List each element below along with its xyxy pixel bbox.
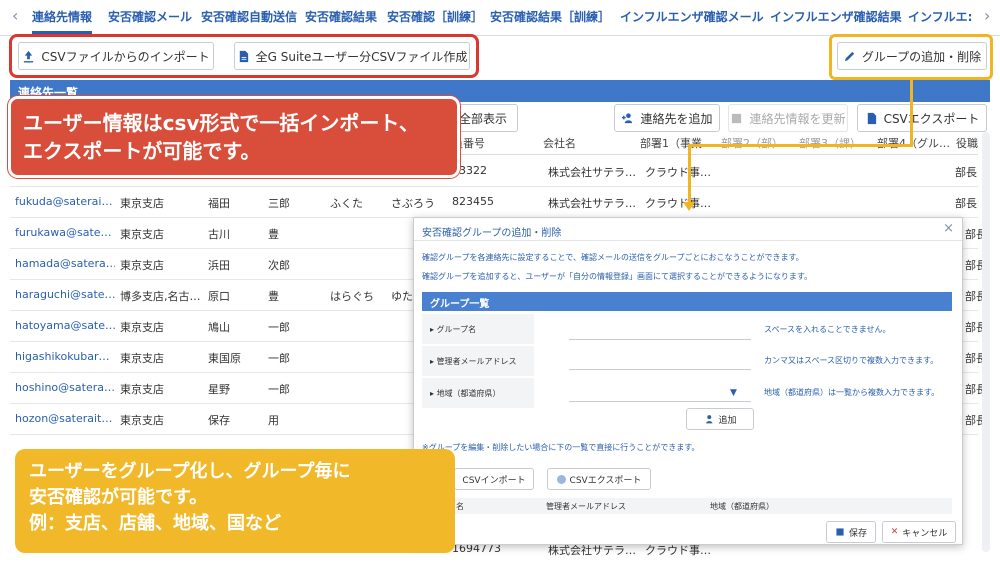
tab-results[interactable]: 安否確認結果 bbox=[305, 8, 377, 25]
group-table-header: 名 管理者メールアドレス 地域（都道府県） bbox=[454, 498, 952, 514]
file-icon bbox=[239, 50, 248, 62]
header-company: 会社名 bbox=[543, 137, 576, 150]
save-disk-icon bbox=[732, 113, 742, 123]
header-dept4: 部署4（グル… bbox=[877, 137, 950, 150]
group-name-hint: スペースを入れることできません。 bbox=[764, 325, 891, 334]
add-group-button[interactable]: 追加 bbox=[686, 408, 754, 430]
chevron-down-icon[interactable]: ▼ bbox=[730, 388, 737, 398]
gsuite-csv-button[interactable]: 全G Suiteユーザー分CSVファイル作成 bbox=[234, 42, 470, 70]
tab-bar: ‹ 連絡先情報 安否確認メール 安否確認自動送信 安否確認結果 安否確認［訓練］… bbox=[0, 0, 1000, 36]
update-contact-button[interactable]: 連絡先情報を更新 bbox=[728, 104, 848, 132]
group-list-title: グループ一覧 bbox=[422, 292, 952, 311]
header-role: 役職 bbox=[956, 137, 978, 150]
save-button[interactable]: 保存 bbox=[826, 521, 876, 543]
callout-group: ユーザーをグループ化し、グループ毎に 安否確認が可能です。 例：支店、店舗、地域… bbox=[15, 449, 455, 553]
table-row[interactable]: fukuda@saterai… 東京支店 福田 三郎 ふくた さぶろう 8234… bbox=[10, 187, 978, 218]
modal-desc2: 確認グループを追加すると、ユーザーが「自分の情報登録」画面にて選択することができ… bbox=[422, 272, 813, 281]
connector-line bbox=[688, 144, 691, 204]
file-icon bbox=[867, 112, 876, 124]
tab-contacts[interactable]: 連絡先情報 bbox=[32, 8, 93, 34]
callout-csv: ユーザー情報はcsv形式で一括インポート、 エクスポートが可能です。 bbox=[8, 96, 460, 178]
group-name-label: ▸ グループ名 bbox=[422, 314, 534, 344]
modal-title: 安否確認グループの追加・削除 bbox=[422, 228, 562, 239]
table-scrollbar[interactable] bbox=[982, 132, 990, 552]
edit-note: ※グループを編集・削除したい場合に下の一覧で直接に行うことができます。 bbox=[422, 443, 700, 452]
region-hint: 地域（都道府県）は一覧から複数入力できます。 bbox=[764, 388, 940, 397]
add-user-icon bbox=[622, 112, 633, 123]
chevron-left-icon[interactable]: ‹ bbox=[12, 6, 18, 25]
tab-auto-send[interactable]: 安否確認自動送信 bbox=[201, 8, 297, 25]
chevron-right-icon[interactable]: › bbox=[984, 6, 990, 25]
admin-email-label: ▸ 管理者メールアドレス bbox=[422, 346, 534, 376]
modal-divider bbox=[414, 240, 962, 241]
connector-line bbox=[688, 144, 913, 147]
csv-export-button[interactable]: CSVエクスポート bbox=[857, 104, 987, 132]
group-modal: 安否確認グループの追加・削除 × 確認グループを各連絡先に設定することで、確認メ… bbox=[413, 217, 963, 545]
connector-line bbox=[910, 80, 913, 146]
add-user-icon bbox=[706, 414, 713, 423]
modal-desc1: 確認グループを各連絡先に設定することで、確認メールの送信をグループごとにおこなう… bbox=[422, 253, 804, 262]
add-contact-button[interactable]: 連絡先を追加 bbox=[614, 104, 720, 132]
header-dept3: 部署3（課） bbox=[799, 135, 861, 151]
tab-training-results[interactable]: 安否確認結果［訓練］ bbox=[490, 8, 610, 25]
tab-safety-mail[interactable]: 安否確認メール bbox=[108, 8, 192, 25]
csv-import-button[interactable]: CSVファイルからのインポート bbox=[18, 42, 214, 70]
group-name-input[interactable] bbox=[569, 322, 751, 340]
modal-csv-import-button[interactable]: CSVインポート bbox=[454, 468, 534, 490]
group-add-button[interactable]: グループの追加・削除 bbox=[837, 42, 987, 70]
header-dept2: 部署2（部） bbox=[721, 135, 783, 151]
pencil-icon bbox=[844, 51, 855, 61]
admin-email-input[interactable] bbox=[569, 352, 751, 370]
admin-email-hint: カンマ又はスペース区切りで複数入力できます。 bbox=[764, 356, 939, 365]
tab-flu-mail[interactable]: インフルエンザ確認メール bbox=[620, 8, 764, 25]
save-disk-icon bbox=[836, 528, 844, 536]
region-label: ▸ 地域（都道府県） bbox=[422, 378, 534, 408]
upload-icon bbox=[24, 50, 34, 63]
close-icon[interactable]: × bbox=[943, 221, 954, 236]
header-dept1: 部署1（事業… bbox=[640, 137, 713, 150]
cross-icon: ✕ bbox=[890, 527, 899, 537]
arrow-down-icon bbox=[683, 202, 695, 211]
cancel-button[interactable]: ✕ キャンセル bbox=[882, 521, 956, 543]
tab-training[interactable]: 安否確認［訓練］ bbox=[387, 8, 483, 25]
region-select[interactable] bbox=[569, 384, 751, 402]
export-icon bbox=[556, 474, 566, 484]
modal-csv-export-button[interactable]: CSVエクスポート bbox=[547, 468, 651, 490]
tab-flu-more[interactable]: インフルエ: bbox=[908, 8, 972, 25]
tab-flu-results[interactable]: インフルエンザ確認結果 bbox=[770, 8, 902, 25]
